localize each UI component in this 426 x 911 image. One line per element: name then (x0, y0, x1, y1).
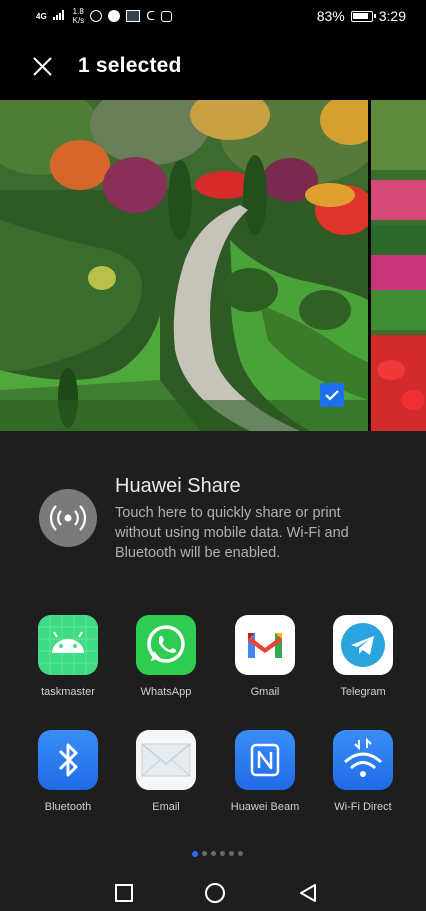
page-dot (238, 851, 243, 856)
share-target-gmail[interactable]: Gmail (215, 615, 315, 698)
battery-icon (350, 10, 376, 22)
back-button[interactable] (296, 881, 320, 905)
bluetooth-icon (38, 730, 98, 790)
email-icon (136, 730, 196, 790)
selection-toolbar: 1 selected (0, 34, 426, 100)
huawei-share-title: Huawei Share (115, 475, 241, 497)
telegram-icon (333, 615, 393, 675)
page-dot (220, 851, 225, 856)
clock: 3:29 (378, 8, 406, 24)
status-left: 4G 1.8 K/s ᑕ (36, 7, 172, 25)
app-notification-icon (126, 10, 141, 22)
whatsapp-notification-icon (90, 10, 103, 22)
selected-checkbox[interactable] (320, 383, 344, 407)
tulips-photo-image (371, 100, 426, 431)
share-target-taskmaster[interactable]: taskmaster (18, 615, 118, 698)
app-label: Email (152, 801, 180, 813)
page-dot (211, 851, 216, 856)
data-speed: 1.8 K/s (72, 7, 85, 25)
network-icon: 4G (36, 11, 47, 21)
close-button[interactable] (30, 54, 56, 80)
photo-strip[interactable] (0, 100, 426, 431)
messenger-notification-icon: ᑕ (146, 9, 155, 23)
selection-title: 1 selected (78, 54, 182, 77)
share-target-huawei-beam[interactable]: Huawei Beam (215, 730, 315, 813)
share-target-email[interactable]: Email (116, 730, 216, 813)
android-icon (38, 615, 98, 675)
battery-percent: 83% (316, 8, 345, 24)
app-label: Huawei Beam (230, 801, 300, 813)
app-label: taskmaster (41, 686, 95, 698)
share-target-telegram[interactable]: Telegram (313, 615, 413, 698)
gmail-icon (235, 615, 295, 675)
page-dot (202, 851, 207, 856)
circle-icon (205, 883, 225, 903)
app-label: Gmail (250, 686, 280, 698)
back-triangle-icon (300, 884, 316, 902)
whatsapp-icon (136, 615, 196, 675)
nfc-icon (235, 730, 295, 790)
huawei-share-icon (39, 489, 97, 547)
share-sheet: Huawei Share Touch here to quickly share… (0, 431, 426, 911)
next-photo[interactable] (371, 100, 426, 431)
selected-photo[interactable] (0, 100, 380, 431)
page-indicator (192, 850, 243, 857)
home-button[interactable] (203, 881, 227, 905)
navigation-bar (0, 875, 426, 911)
share-target-bluetooth[interactable]: Bluetooth (18, 730, 118, 813)
wifi-direct-icon (333, 730, 393, 790)
huawei-share-row[interactable]: Huawei Share Touch here to quickly share… (0, 475, 426, 565)
signal-icon (52, 9, 67, 23)
app-label: WhatsApp (140, 686, 192, 698)
close-icon (33, 57, 52, 76)
app-label: Wi-Fi Direct (334, 801, 392, 813)
app-label: Telegram (340, 686, 386, 698)
square-icon (115, 884, 133, 902)
garden-photo-image (0, 100, 380, 431)
share-target-wifi-direct[interactable]: Wi-Fi Direct (313, 730, 413, 813)
page-dot (229, 851, 234, 856)
huawei-share-description: Touch here to quickly share or print wit… (115, 505, 349, 561)
page-dot (192, 850, 198, 857)
status-right: 83% 3:29 (317, 8, 406, 24)
recents-button[interactable] (112, 881, 136, 905)
share-target-whatsapp[interactable]: WhatsApp (116, 615, 216, 698)
check-icon (325, 390, 339, 401)
instagram-notification-icon (161, 10, 172, 22)
app-label: Bluetooth (44, 801, 92, 813)
football-notification-icon (108, 10, 121, 22)
status-bar: 4G 1.8 K/s ᑕ 83% 3:29 (0, 0, 426, 34)
